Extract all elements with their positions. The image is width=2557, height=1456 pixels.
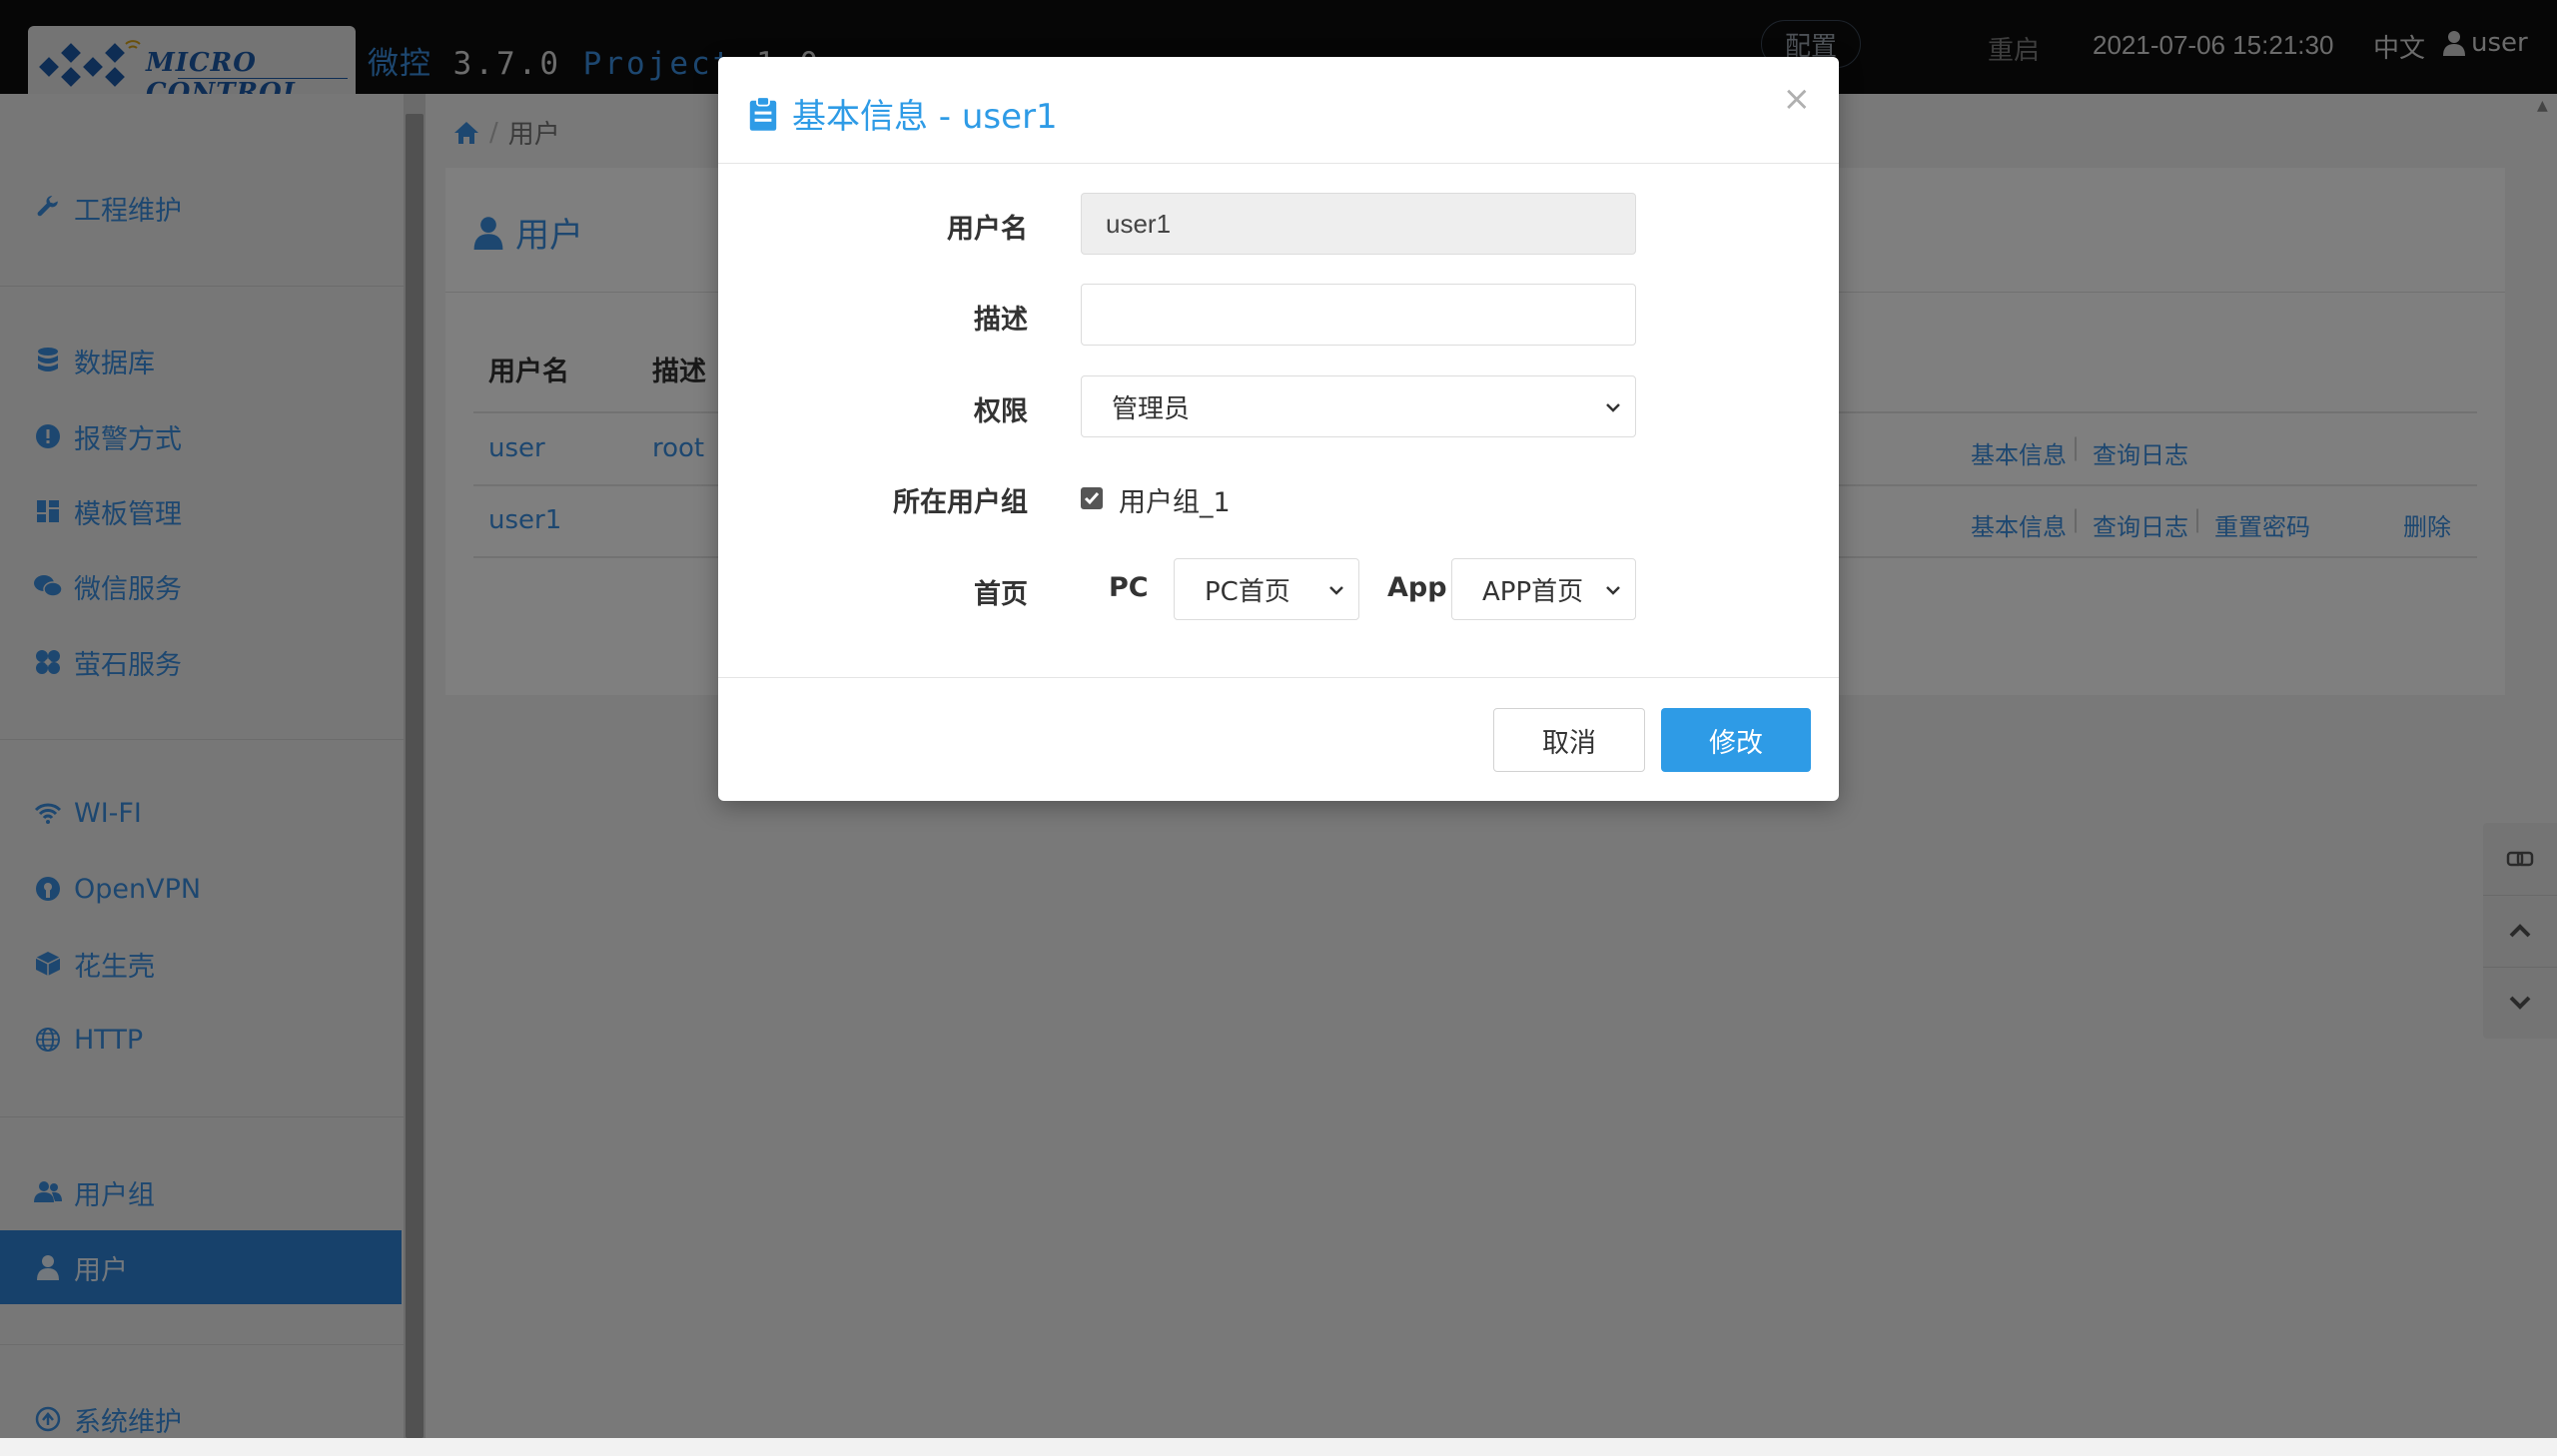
- chevron-down-icon: [1606, 586, 1620, 595]
- close-icon[interactable]: ×: [1783, 79, 1812, 119]
- description-field[interactable]: [1081, 284, 1636, 346]
- basic-info-modal: 基本信息 - user1 × 用户名 描述 权限 管理员 所在用户组 用户组_1…: [718, 57, 1839, 801]
- app-homepage-select[interactable]: APP首页: [1451, 558, 1636, 620]
- homepage-label: 首页: [974, 579, 1028, 610]
- group-label: 所在用户组: [893, 487, 1028, 518]
- chevron-down-icon: [1606, 403, 1620, 412]
- username-label: 用户名: [947, 214, 1028, 245]
- app-label: App: [1387, 572, 1447, 603]
- description-label: 描述: [974, 305, 1028, 336]
- app-homepage-value: APP首页: [1482, 576, 1582, 607]
- group-checkbox[interactable]: [1081, 487, 1103, 509]
- chevron-down-icon: [1329, 586, 1343, 595]
- permission-value: 管理员: [1112, 393, 1191, 424]
- pc-label: PC: [1109, 572, 1149, 603]
- group-option-label[interactable]: 用户组_1: [1119, 480, 1231, 519]
- pc-homepage-select[interactable]: PC首页: [1174, 558, 1359, 620]
- permission-label: 权限: [974, 396, 1028, 427]
- checkmark-icon: [1084, 492, 1100, 505]
- modal-title: 基本信息 - user1: [748, 89, 1058, 138]
- modal-header: 基本信息 - user1 ×: [718, 57, 1839, 164]
- permission-select[interactable]: 管理员: [1081, 375, 1636, 437]
- cancel-button[interactable]: 取消: [1493, 708, 1645, 772]
- username-field[interactable]: [1081, 193, 1636, 255]
- clipboard-icon: [749, 95, 777, 131]
- submit-button[interactable]: 修改: [1661, 708, 1811, 772]
- modal-footer-divider: [718, 677, 1839, 678]
- pc-homepage-value: PC首页: [1205, 576, 1290, 607]
